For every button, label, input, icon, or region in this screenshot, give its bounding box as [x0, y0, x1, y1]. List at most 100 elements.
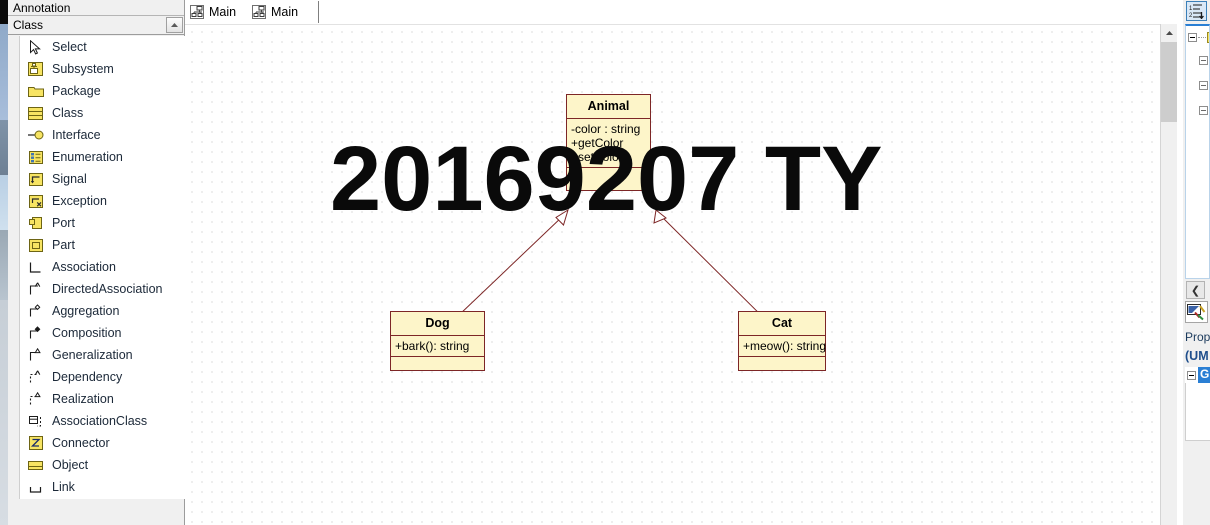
dependency-dashed-icon [27, 369, 44, 386]
diagram-canvas[interactable]: Animal -color : string +getColor +setCol… [185, 24, 1160, 525]
tool-item-select[interactable]: Select [20, 36, 185, 58]
association-line-icon [27, 259, 44, 276]
class-operations-compartment: +bark(): string [391, 336, 484, 357]
tool-item-aggregation[interactable]: Aggregation [20, 300, 185, 322]
tab-main-1[interactable]: Main [185, 1, 253, 23]
properties-palette-icon[interactable] [1185, 301, 1208, 323]
tool-label: Interface [52, 127, 101, 142]
class-feature: +bark(): string [395, 338, 470, 353]
tool-item-part[interactable]: Part [20, 234, 185, 256]
tree-connector-line [1198, 36, 1206, 39]
tool-label: Dependency [52, 369, 123, 384]
tool-item-directedassociation[interactable]: DirectedAssociation [20, 278, 185, 300]
tool-label: Composition [52, 325, 122, 340]
tool-label: Realization [52, 391, 114, 406]
diagram-tab-strip: Main Main [185, 0, 1160, 24]
tree-node-child-3[interactable] [1199, 106, 1208, 115]
tool-item-composition[interactable]: Composition [20, 322, 185, 344]
class-operations-compartment: +meow(): string [739, 336, 827, 357]
toolbox-group-label: Class [13, 18, 44, 32]
svg-text:1: 1 [1189, 6, 1193, 12]
sort-az-icon[interactable]: 1 2 [1186, 1, 1207, 21]
cursor-arrow-icon [27, 39, 44, 56]
tool-item-signal[interactable]: Signal [20, 168, 185, 190]
aggregation-diamond-icon [27, 303, 44, 320]
tool-item-associationclass[interactable]: AssociationClass [20, 410, 185, 432]
desktop-background-strip [0, 0, 8, 525]
tab-label: Main [271, 5, 299, 19]
canvas-vertical-scrollbar[interactable] [1160, 24, 1177, 525]
tool-label: Select [52, 39, 87, 54]
part-icon [27, 237, 44, 254]
composition-diamond-icon [27, 325, 44, 342]
tool-label: Association [52, 259, 116, 274]
tool-item-dependency[interactable]: Dependency [20, 366, 185, 388]
tool-label: Aggregation [52, 303, 120, 318]
class-extra-compartment [391, 357, 484, 370]
relationship-edges [437, 208, 782, 336]
tool-label: Exception [52, 193, 107, 208]
tool-item-exception[interactable]: Exception [20, 190, 185, 212]
class-node-cat[interactable]: Cat +meow(): string [738, 311, 826, 371]
class-name: Dog [391, 312, 484, 336]
realization-dashed-icon [27, 391, 44, 408]
collapse-minus-icon[interactable] [1187, 370, 1196, 380]
class-node-dog[interactable]: Dog +bark(): string [390, 311, 485, 371]
tool-label: DirectedAssociation [52, 281, 163, 296]
chevron-up-icon[interactable] [166, 17, 183, 33]
scrollbar-thumb[interactable] [1161, 42, 1177, 122]
tab-main-2[interactable]: Main [247, 1, 319, 23]
class-feature: +meow(): string [743, 338, 827, 353]
toolbox-group-selector[interactable]: Class [8, 16, 184, 35]
interface-lollipop-icon [27, 127, 44, 144]
toolbox-item-list[interactable]: Select Subsystem Package Class Interface… [19, 36, 185, 499]
folder-icon [27, 83, 44, 100]
tool-label: Connector [52, 435, 110, 450]
class-name: Cat [739, 312, 825, 336]
tool-item-interface[interactable]: Interface [20, 124, 185, 146]
tool-item-package[interactable]: Package [20, 80, 185, 102]
model-explorer-tree[interactable] [1185, 24, 1210, 279]
tree-node-child-2[interactable] [1199, 81, 1208, 90]
tool-item-association[interactable]: Association [20, 256, 185, 278]
tree-node-root[interactable] [1188, 32, 1209, 43]
enumeration-icon [27, 149, 44, 166]
tool-label: Class [52, 105, 84, 120]
tool-item-class[interactable]: Class [20, 102, 185, 124]
object-box-icon [27, 457, 44, 474]
subsystem-icon [27, 61, 44, 78]
class-name: Animal [567, 95, 650, 119]
tool-item-object[interactable]: Object [20, 454, 185, 476]
svg-text:2: 2 [1189, 13, 1193, 19]
collapse-dock-button[interactable]: ❮ [1186, 281, 1205, 299]
collapse-minus-icon[interactable] [1199, 81, 1208, 90]
tree-selected-label: G [1198, 367, 1210, 383]
tool-label: Part [52, 237, 75, 252]
scroll-up-arrow-icon[interactable] [1161, 24, 1177, 41]
collapse-minus-icon[interactable] [1199, 56, 1208, 65]
collapse-minus-icon[interactable] [1199, 106, 1208, 115]
collapse-minus-icon[interactable] [1188, 33, 1197, 42]
tool-item-realization[interactable]: Realization [20, 388, 185, 410]
diagram-icon [252, 5, 266, 19]
tool-label: AssociationClass [52, 413, 148, 428]
tab-label: Main [209, 5, 237, 19]
exception-icon [27, 193, 44, 210]
tool-label: Generalization [52, 347, 133, 362]
tool-item-subsystem[interactable]: Subsystem [20, 58, 185, 80]
tool-label: Subsystem [52, 61, 114, 76]
tool-item-port[interactable]: Port [20, 212, 185, 234]
tool-label: Link [52, 479, 75, 494]
tool-item-generalization[interactable]: Generalization [20, 344, 185, 366]
signal-icon [27, 171, 44, 188]
tool-item-connector[interactable]: Connector [20, 432, 185, 454]
toolbox-header-annotation: Annotation [8, 0, 184, 16]
tree-node-child-1[interactable] [1199, 56, 1208, 65]
tool-item-link[interactable]: Link [20, 476, 185, 498]
tree-selected-row[interactable]: G [1185, 367, 1210, 383]
right-dock-panel: 1 2 ❮ Prop (UM G [1183, 0, 1210, 525]
port-icon [27, 215, 44, 232]
connector-icon [27, 435, 44, 452]
properties-panel-label: Prop [1185, 328, 1210, 346]
tool-item-enumeration[interactable]: Enumeration [20, 146, 185, 168]
